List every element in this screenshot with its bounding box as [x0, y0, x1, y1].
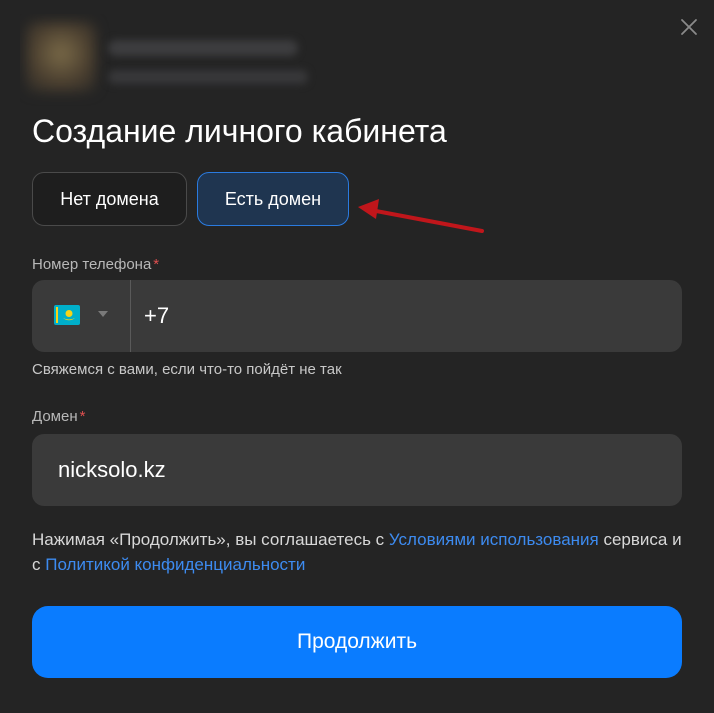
terms-link[interactable]: Условиями использования — [389, 530, 599, 549]
tab-has-domain[interactable]: Есть домен — [197, 172, 349, 226]
consent-text-before: Нажимая «Продолжить», вы соглашаетесь с — [32, 530, 389, 549]
domain-field — [32, 434, 682, 506]
required-mark: * — [153, 256, 160, 273]
phone-input[interactable] — [144, 298, 664, 334]
consent-text: Нажимая «Продолжить», вы соглашаетесь с … — [32, 527, 682, 577]
blurred-avatar — [26, 22, 96, 92]
domain-input[interactable] — [58, 452, 658, 488]
blurred-name-line — [108, 40, 298, 56]
phone-label: Номер телефона * — [32, 256, 159, 273]
chevron-down-icon — [98, 311, 108, 317]
tab-no-domain[interactable]: Нет домена — [32, 172, 187, 226]
blurred-subtitle-line — [108, 70, 308, 84]
close-button[interactable] — [678, 16, 700, 38]
kazakhstan-flag-icon — [54, 305, 80, 325]
privacy-link[interactable]: Политикой конфиденциальности — [45, 555, 305, 574]
create-account-modal: Создание личного кабинета Нет домена Ест… — [0, 0, 714, 713]
blurred-profile-header — [20, 14, 336, 106]
phone-field — [32, 280, 682, 352]
annotation-arrow-icon — [358, 199, 484, 233]
continue-button[interactable]: Продолжить — [32, 606, 682, 678]
close-icon — [681, 19, 697, 35]
phone-label-text: Номер телефона — [32, 256, 152, 273]
phone-hint: Свяжемся с вами, если что-то пойдёт не т… — [32, 361, 342, 378]
country-code-select[interactable] — [32, 280, 131, 352]
domain-label-text: Домен — [32, 408, 78, 425]
modal-title: Создание личного кабинета — [32, 113, 447, 149]
required-mark: * — [79, 408, 86, 425]
domain-label: Домен * — [32, 408, 85, 425]
